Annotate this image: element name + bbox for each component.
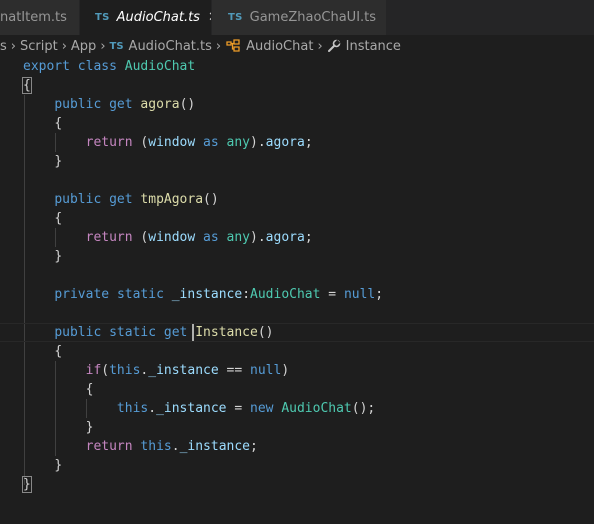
code-line-3: public get agora() (54, 97, 196, 112)
breadcrumb-item-file[interactable]: TS AudioChat.ts (110, 39, 212, 54)
code-line-21: return this._instance; (85, 439, 258, 454)
chevron-right-icon: › (100, 38, 106, 54)
typescript-file-icon: TS (228, 12, 243, 23)
tab-audiochat[interactable]: TS AudioChat.ts ✕ (80, 0, 219, 35)
code-line-19: this._instance = new AudioChat(); (116, 401, 376, 416)
typescript-file-icon: TS (109, 40, 124, 52)
code-line-9: { (54, 211, 63, 226)
code-line-5: return (window as any).agora; (85, 135, 313, 150)
code-line-8: public get tmpAgora() (54, 192, 219, 207)
class-symbol-icon (225, 39, 241, 53)
text-cursor (192, 324, 194, 341)
chevron-right-icon: › (317, 38, 323, 54)
code-line-23: } (22, 476, 32, 493)
code-line-18: { (85, 382, 94, 397)
chevron-right-icon: › (215, 38, 222, 54)
breadcrumb-item-script[interactable]: Script (20, 39, 58, 54)
code-line-4: { (54, 116, 63, 131)
chevron-right-icon: › (61, 38, 67, 54)
tab-label: AudioChat.ts (116, 10, 200, 25)
tab-gamezhaochaui[interactable]: TS GameZhaoChaUI.ts (212, 0, 386, 35)
breadcrumb-item-app[interactable]: App (71, 39, 96, 54)
breadcrumb: s › Script › App › TS AudioChat.ts › Aud… (0, 35, 594, 57)
tab-label: GameZhaoChaUI.ts (249, 10, 377, 25)
code-line-16: { (54, 344, 63, 359)
chevron-right-icon: › (10, 38, 16, 54)
code-line-20: } (85, 420, 94, 435)
breadcrumb-item-scripts[interactable]: s (0, 39, 7, 54)
code-line-2: { (22, 77, 32, 94)
code-line-6: } (54, 154, 63, 169)
tab-bar: natItem.ts TS AudioChat.ts ✕ TS GameZhao… (0, 0, 594, 35)
tab-label: natItem.ts (0, 10, 67, 25)
code-line-1: export class AudioChat (23, 59, 196, 74)
tab-natitem[interactable]: natItem.ts (0, 0, 79, 35)
code-line-17: if(this._instance == null) (85, 363, 290, 378)
breadcrumb-item-property[interactable]: Instance (327, 39, 401, 54)
typescript-file-icon: TS (95, 12, 110, 23)
code-line-15: public static get Instance() (54, 325, 274, 340)
code-editor[interactable]: export class AudioChat { public get agor… (0, 57, 594, 524)
breadcrumb-item-class[interactable]: AudioChat (225, 39, 313, 54)
wrench-icon (327, 39, 341, 53)
code-line-10: return (window as any).agora; (85, 230, 313, 245)
code-line-22: } (54, 458, 63, 473)
code-line-11: } (54, 249, 63, 264)
code-line-13: private static _instance:AudioChat = nul… (54, 287, 384, 302)
